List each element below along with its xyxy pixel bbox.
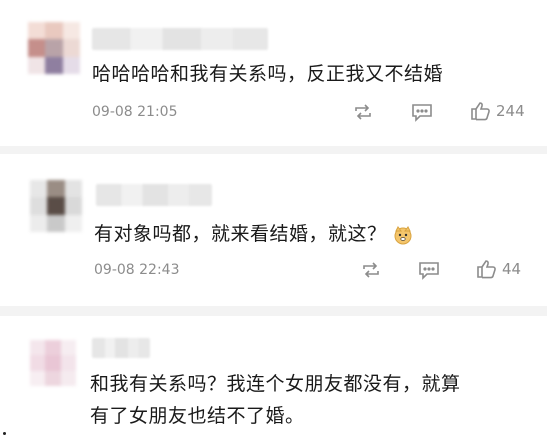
comment-item: 哈哈哈哈和我有关系吗，反正我又不结婚 09-08 21:05 244 xyxy=(0,0,547,146)
separator xyxy=(0,306,547,316)
separator xyxy=(0,146,547,154)
like-button[interactable]: 244 xyxy=(470,101,525,121)
like-count: 44 xyxy=(502,260,522,278)
repost-button[interactable] xyxy=(352,103,374,121)
comment-text: 哈哈哈哈和我有关系吗，反正我又不结婚 xyxy=(92,63,444,85)
comment-icon xyxy=(419,262,439,280)
doge-emoji xyxy=(393,225,413,245)
avatar[interactable] xyxy=(30,180,82,232)
comment-text-line-1: 和我有关系吗？我连个女朋友都没有，就算 xyxy=(90,373,461,395)
comment-item: 和我有关系吗？我连个女朋友都没有，就算 有了女朋友也结不了婚。 xyxy=(0,316,547,442)
comment-item: 有对象吗都，就来看结婚，就这？ 09-08 22:43 44 xyxy=(0,154,547,306)
timestamp: 09-08 22:43 xyxy=(94,262,180,278)
avatar[interactable] xyxy=(30,340,76,386)
username-blurred[interactable] xyxy=(96,184,212,206)
username-blurred[interactable] xyxy=(92,338,150,358)
comment-text-line-2: 有了女朋友也结不了婚。 xyxy=(90,405,305,427)
repost-icon xyxy=(355,104,371,120)
like-icon xyxy=(477,260,496,279)
comment-button[interactable] xyxy=(418,261,440,280)
like-count: 244 xyxy=(496,102,525,120)
repost-button[interactable] xyxy=(360,261,382,279)
repost-icon xyxy=(363,262,379,278)
like-button[interactable]: 44 xyxy=(476,259,521,279)
timestamp: 09-08 21:05 xyxy=(92,104,178,120)
stray-dot xyxy=(3,432,6,435)
comment-button[interactable] xyxy=(411,103,433,122)
like-icon xyxy=(471,102,490,121)
comment-text: 有对象吗都，就来看结婚，就这？ xyxy=(94,220,413,249)
avatar[interactable] xyxy=(28,22,80,74)
username-blurred[interactable] xyxy=(92,28,268,50)
comment-icon xyxy=(412,104,432,122)
